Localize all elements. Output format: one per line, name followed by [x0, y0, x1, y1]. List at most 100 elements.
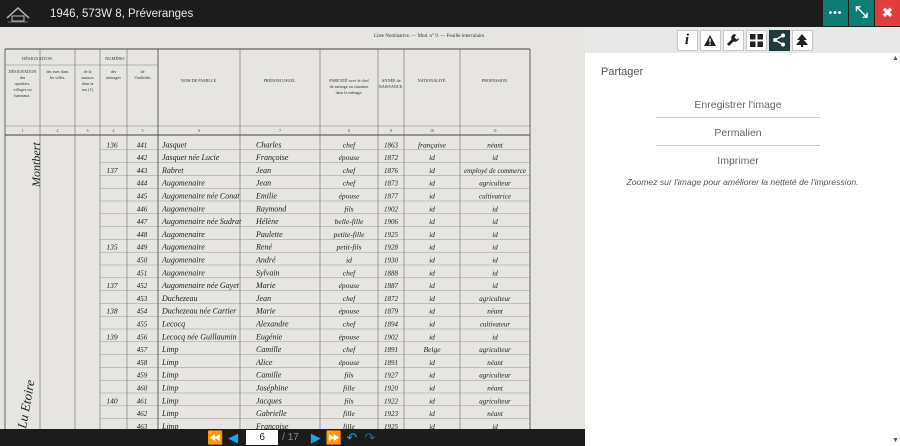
column-number: 4 [113, 128, 115, 133]
column-number: 2 [57, 128, 59, 133]
column-header-text: villages ou [13, 87, 32, 92]
cell-profession: id [492, 333, 498, 341]
cell-relationship: chef [343, 140, 356, 149]
more-icon: ••• [828, 7, 843, 19]
previous-page-icon[interactable]: ◀ [224, 429, 242, 446]
info-icon[interactable]: i [676, 29, 698, 51]
group-header-numero: NUMÉRO [105, 56, 125, 61]
print-link[interactable]: Imprimer [656, 146, 820, 173]
cell-first-name: Hélène [255, 217, 279, 226]
cell-surname: Limp [161, 409, 178, 418]
next-page-icon[interactable]: ▶ [307, 429, 325, 446]
cell-birth-year: 1920 [384, 385, 399, 393]
panel-title: Partager [601, 66, 644, 78]
cell-profession: agriculteur [479, 346, 511, 354]
scroll-up-icon[interactable]: ▲ [892, 55, 899, 62]
cell-profession: id [492, 244, 498, 252]
cell-nationality: id [429, 371, 435, 380]
last-page-icon[interactable]: ⏩ [325, 429, 343, 446]
cell-individual-number: 452 [137, 282, 148, 290]
cell-first-name: Raymond [255, 204, 287, 213]
grid-icon[interactable] [745, 29, 767, 51]
cell-birth-year: 1894 [384, 321, 399, 329]
cell-profession: agriculteur [479, 397, 511, 405]
cell-profession: id [492, 257, 498, 265]
cell-profession: agriculteur [479, 180, 511, 188]
cell-nationality: id [429, 358, 435, 367]
cell-nationality: française [418, 140, 447, 149]
fullscreen-button[interactable]: ⤡ [849, 0, 874, 26]
cell-surname: Augomenaire [161, 179, 205, 188]
cell-relationship: épouse [339, 332, 360, 341]
panel-scrollbar[interactable]: ▲ ▼ [891, 53, 899, 446]
more-options-button[interactable]: ••• [823, 0, 848, 26]
cell-surname: Augomenaire née Sudrat [161, 217, 242, 226]
column-header-text: DÉSIGNATION [9, 69, 37, 74]
cell-individual-number: 460 [137, 385, 148, 393]
cell-relationship: chef [343, 294, 356, 303]
tree-icon[interactable] [791, 29, 813, 51]
undo-icon[interactable]: ↶ [343, 429, 361, 446]
cell-individual-number: 451 [137, 269, 148, 277]
scroll-down-icon[interactable]: ▼ [892, 437, 899, 444]
column-number: 7 [279, 128, 281, 133]
cell-individual-number: 444 [137, 180, 148, 188]
cell-first-name: Marie [255, 281, 276, 290]
cell-surname: Limp [161, 371, 178, 380]
document-title: 1946, 573W 8, Préveranges [50, 7, 194, 20]
cell-first-name: Françoise [255, 153, 289, 162]
cell-birth-year: 1902 [384, 205, 399, 213]
cell-relationship: petite-fille [333, 230, 365, 239]
save-image-link[interactable]: Enregistrer l'image [656, 90, 820, 118]
cell-nationality: id [429, 320, 435, 329]
cell-individual-number: 448 [137, 231, 148, 239]
cell-nationality: id [429, 294, 435, 303]
cell-relationship: fils [344, 371, 353, 380]
cell-individual-number: 449 [137, 244, 148, 252]
close-button[interactable]: ✖ [875, 0, 900, 26]
cell-relationship: id [346, 256, 352, 265]
column-header-text: rue (1) [82, 87, 94, 92]
share-icon[interactable] [768, 29, 790, 51]
column-header-text: ménages [106, 75, 121, 80]
wrench-icon[interactable] [722, 29, 744, 51]
permalink-link[interactable]: Permalien [656, 118, 820, 146]
archives-logo[interactable] [0, 0, 36, 27]
redo-icon[interactable]: ↷ [361, 429, 379, 446]
cell-birth-year: 1925 [384, 231, 399, 239]
cell-first-name: Gabrielle [256, 409, 287, 418]
cell-relationship: fils [344, 204, 353, 213]
cell-birth-year: 1873 [384, 180, 399, 188]
cell-individual-number: 461 [137, 397, 148, 405]
cell-surname: Jasquet [162, 140, 187, 149]
logo-icon [6, 6, 30, 22]
cell-relationship: fille [343, 384, 355, 393]
document-viewer[interactable]: Liste Nominative. — Mod. n° 9. — Feuille… [0, 27, 585, 429]
cell-first-name: Emilie [255, 192, 277, 201]
cell-birth-year: 1888 [384, 269, 399, 277]
page-number-input[interactable]: 6 [246, 430, 279, 445]
column-header-text: hameaux. [14, 93, 30, 98]
cell-first-name: Eugénie [255, 332, 283, 341]
cell-nationality: id [429, 268, 435, 277]
column-header-text: des [111, 69, 117, 74]
cell-relationship: épouse [339, 307, 360, 316]
cell-surname: Augomenaire née Conat [161, 192, 240, 201]
cell-nationality: id [429, 384, 435, 393]
cell-nationality: id [429, 217, 435, 226]
title-bar: 1946, 573W 8, Préveranges ••• ⤡ ✖ [0, 0, 900, 27]
cell-first-name: Alexandre [255, 320, 289, 329]
warning-icon[interactable] [699, 29, 721, 51]
cell-surname: Jasquet née Lucie [162, 153, 220, 162]
first-page-icon[interactable]: ⏪ [206, 429, 224, 446]
cell-profession: cultivateur [480, 321, 511, 329]
census-page-image[interactable]: Liste Nominative. — Mod. n° 9. — Feuille… [0, 27, 585, 429]
cell-surname: Augomenaire [161, 204, 205, 213]
page-navigation: ⏪ ◀ 6 / 17 ▶ ⏩ ↶ ↷ [0, 429, 585, 446]
cell-house-number: 135 [106, 243, 118, 252]
cell-first-name: Jean [256, 294, 271, 303]
cell-relationship: fille [343, 422, 355, 429]
share-options: Enregistrer l'image Permalien Imprimer [585, 90, 900, 173]
cell-nationality: id [429, 307, 435, 316]
print-hint: Zoomez sur l'image pour améliorer la net… [626, 177, 859, 187]
